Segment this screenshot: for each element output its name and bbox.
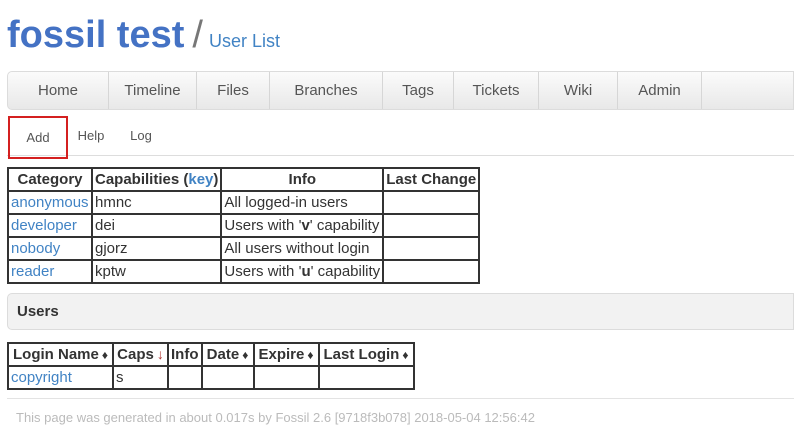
category-cell: developer: [7, 213, 93, 238]
add-user-link[interactable]: Add: [8, 116, 68, 159]
menu-timeline[interactable]: Timeline: [109, 72, 197, 109]
caps-cell: gjorz: [90, 236, 223, 261]
menu-branches[interactable]: Branches: [270, 72, 383, 109]
info-text-end: ' capability: [309, 217, 380, 234]
column-header-capabilities: Capabilities (key): [90, 167, 223, 192]
sort-header-expire[interactable]: Expire ♦: [252, 342, 320, 367]
info-text: Users with ': [224, 217, 302, 234]
sort-arrow-icon: ♦: [402, 348, 409, 362]
page-footer: This page was generated in about 0.017s …: [7, 398, 794, 436]
menu-admin[interactable]: Admin: [618, 72, 702, 109]
menu-files[interactable]: Files: [197, 72, 270, 109]
column-header-category: Category: [7, 167, 93, 192]
header-label: Last Login: [323, 346, 400, 363]
info-capability: u: [301, 263, 311, 280]
category-link-developer[interactable]: developer: [11, 217, 77, 234]
table-row: copyright s: [7, 365, 415, 390]
caps-cell: hmnc: [90, 190, 223, 215]
category-cell: reader: [7, 259, 93, 284]
sort-arrow-icon: ♦: [307, 348, 314, 362]
sort-arrow-icon: ♦: [242, 348, 249, 362]
header-label: Login Name: [13, 346, 99, 363]
last-login-cell: [317, 365, 415, 390]
expire-cell: [252, 365, 320, 390]
capabilities-label-close: ): [213, 171, 219, 188]
menu-tickets[interactable]: Tickets: [454, 72, 539, 109]
user-link-copyright[interactable]: copyright: [11, 369, 72, 386]
date-cell: [200, 365, 255, 390]
capabilities-label: Capabilities (: [95, 171, 189, 188]
login-cell: copyright: [7, 365, 114, 390]
project-title[interactable]: fossil test: [7, 14, 184, 56]
caps-cell: s: [112, 365, 169, 390]
table-header-row: Login Name ♦ Caps ↓ Info Date ♦ Expire ♦ Las…: [7, 342, 415, 367]
caps-cell: kptw: [90, 259, 223, 284]
category-cell: nobody: [7, 236, 93, 261]
sort-down-arrow-icon: ↓: [156, 346, 164, 362]
table-row: anonymous hmnc All logged-in users: [7, 190, 481, 215]
title-separator: /: [192, 14, 203, 56]
info-cell: Users with 'v' capability: [220, 213, 385, 238]
main-menu: Home Timeline Files Branches Tags Ticket…: [7, 71, 794, 110]
help-link[interactable]: Help: [68, 116, 114, 155]
info-capability: v: [301, 217, 310, 234]
last-change-cell: [382, 190, 481, 215]
caps-cell: dei: [90, 213, 223, 238]
key-link[interactable]: key: [188, 171, 213, 188]
info-cell: Users with 'u' capability: [220, 259, 385, 284]
table-row: reader kptw Users with 'u' capability: [7, 259, 481, 284]
category-link-anonymous[interactable]: anonymous: [11, 194, 89, 211]
menu-wiki[interactable]: Wiki: [539, 72, 618, 109]
info-cell: [167, 365, 203, 390]
sub-menu: Add Help Log: [7, 116, 794, 159]
users-section-header: Users: [7, 293, 794, 330]
last-change-cell: [382, 236, 481, 261]
column-header-info: Info: [220, 167, 385, 192]
table-header-row: Category Capabilities (key) Info Last Ch…: [7, 167, 481, 192]
last-change-cell: [382, 259, 481, 284]
table-row: nobody gjorz All users without login: [7, 236, 481, 261]
menu-home[interactable]: Home: [8, 72, 109, 109]
sort-header-info[interactable]: Info: [167, 342, 203, 367]
log-link[interactable]: Log: [114, 116, 168, 155]
category-link-reader[interactable]: reader: [11, 263, 54, 280]
sort-header-login-name[interactable]: Login Name ♦: [7, 342, 114, 367]
category-table: Category Capabilities (key) Info Last Ch…: [7, 167, 481, 284]
page-header: fossil test / User List: [7, 14, 280, 57]
info-cell: All users without login: [220, 236, 385, 261]
sort-header-caps[interactable]: Caps ↓: [112, 342, 169, 367]
column-header-last-change: Last Change: [382, 167, 481, 192]
table-row: developer dei Users with 'v' capability: [7, 213, 481, 238]
info-cell: All logged-in users: [220, 190, 385, 215]
menu-tags[interactable]: Tags: [383, 72, 454, 109]
last-change-cell: [382, 213, 481, 238]
info-text-end: ' capability: [310, 263, 381, 280]
sort-arrow-icon: ♦: [101, 348, 108, 362]
user-table: Login Name ♦ Caps ↓ Info Date ♦ Expire ♦ Las…: [7, 342, 415, 390]
sort-header-last-login[interactable]: Last Login ♦: [317, 342, 415, 367]
category-link-nobody[interactable]: nobody: [11, 240, 60, 257]
page-title: User List: [208, 31, 280, 51]
header-label: Info: [171, 346, 199, 363]
header-label: Caps: [117, 346, 154, 363]
info-text: Users with ': [224, 263, 302, 280]
category-cell: anonymous: [7, 190, 93, 215]
sort-header-date[interactable]: Date ♦: [200, 342, 255, 367]
header-label: Date: [206, 346, 240, 363]
header-label: Expire: [258, 346, 305, 363]
